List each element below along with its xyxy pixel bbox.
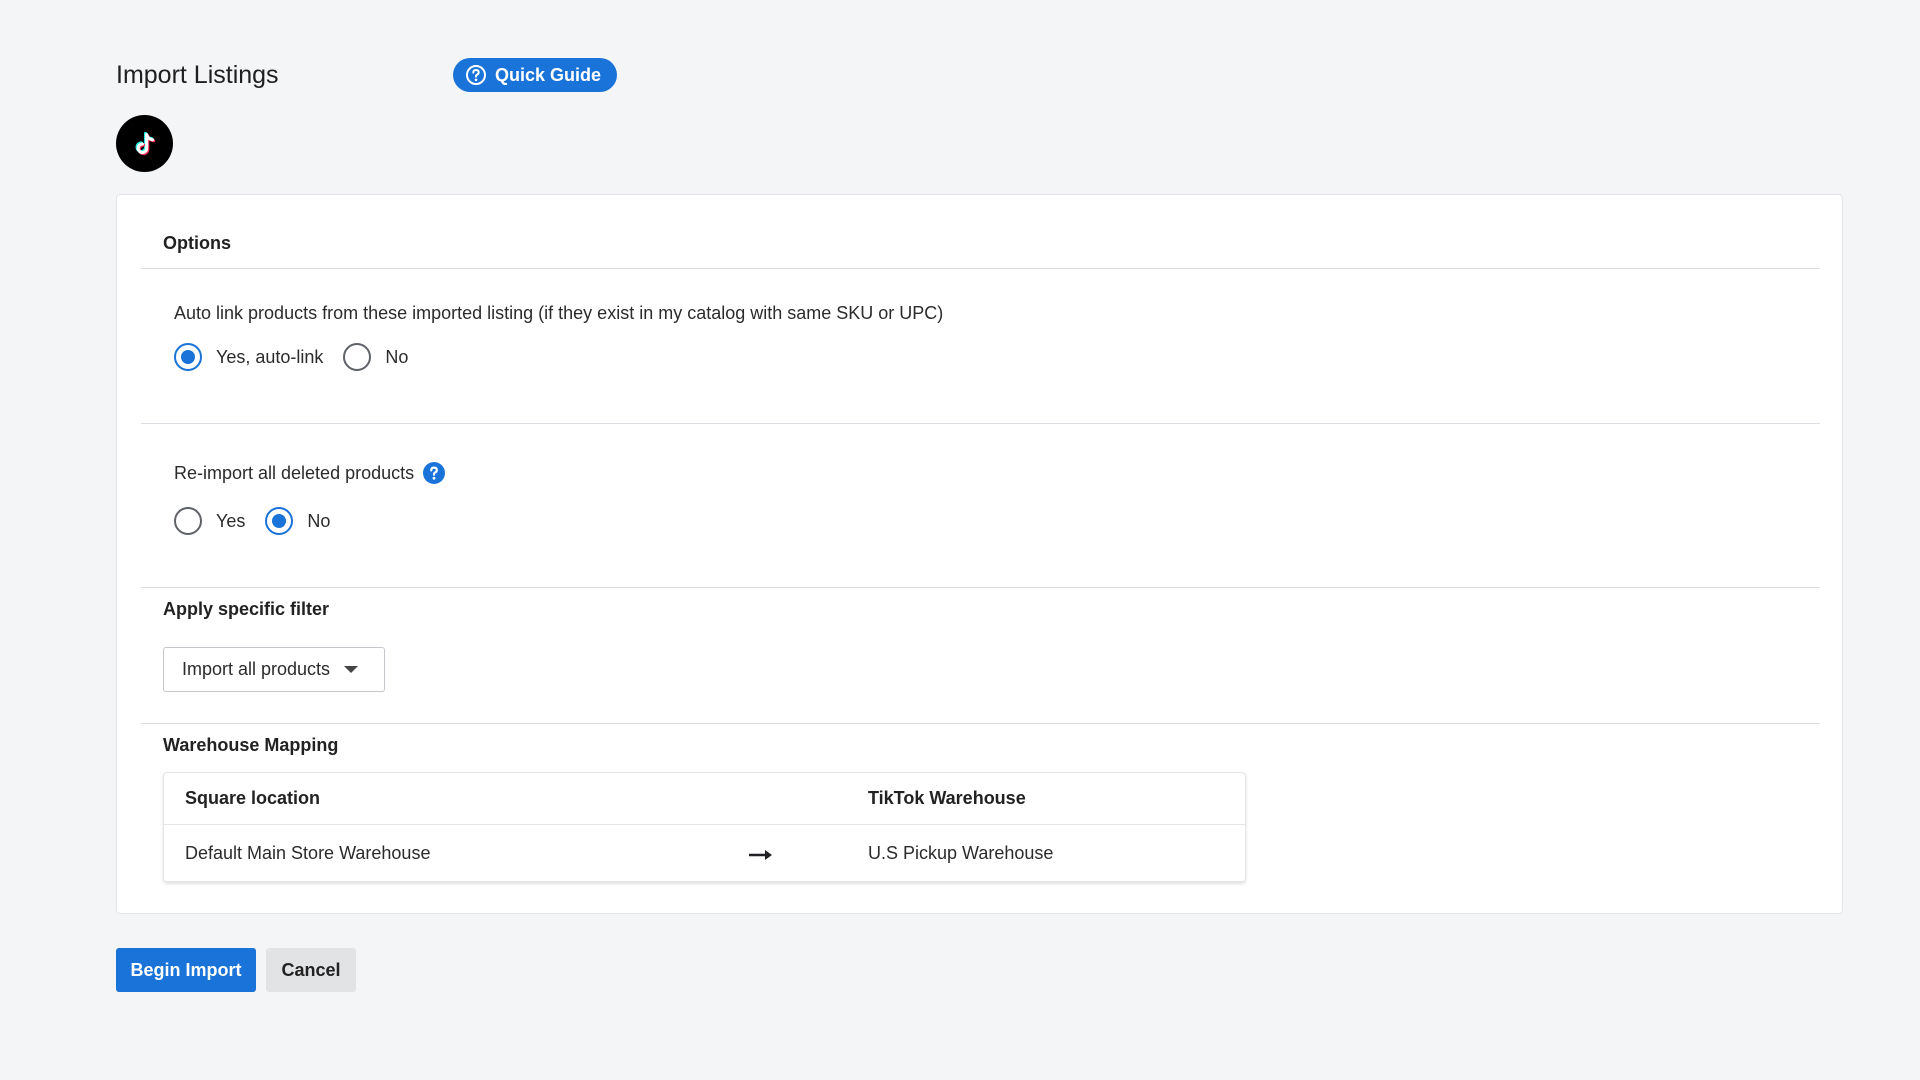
page-header: Import Listings (116, 58, 279, 92)
radio-label: Yes, auto-link (216, 346, 324, 367)
table-row: Default Main Store Warehouse U.S Pickup … (164, 825, 1245, 881)
radio-label: No (307, 510, 331, 531)
reimport-question-text: Re-import all deleted products (174, 462, 415, 483)
filter-select-value: Import all products (182, 659, 331, 679)
mapping-arrow (748, 825, 774, 881)
auto-link-question-text: Auto link products from these imported l… (174, 303, 944, 323)
options-title: Options (163, 233, 231, 253)
quick-guide-label: Quick Guide (495, 64, 602, 85)
table-header: Square location TikTok Warehouse (164, 773, 1245, 825)
reimport-radio-group: Yes No (174, 507, 350, 535)
radio-button-checked[interactable] (265, 507, 294, 535)
auto-link-question: Auto link products from these imported l… (174, 303, 943, 324)
filter-select[interactable]: Import all products (163, 647, 385, 692)
divider (141, 268, 1820, 269)
divider (141, 723, 1820, 724)
reimport-yes-option[interactable]: Yes (174, 507, 245, 535)
divider (141, 587, 1820, 588)
auto-link-no-option[interactable]: No (343, 343, 408, 371)
filter-title: Apply specific filter (163, 599, 330, 619)
warehouse-mapping-table: Square location TikTok Warehouse Default… (163, 772, 1246, 882)
radio-button-checked[interactable] (174, 343, 202, 371)
auto-link-radio-group: Yes, auto-link No (174, 343, 428, 371)
begin-import-button[interactable]: Begin Import (116, 948, 256, 992)
page-title: Import Listings (116, 60, 279, 89)
radio-button-unchecked[interactable] (343, 343, 372, 371)
import-listings-page: Import Listings Quick Guide Options Auto… (0, 0, 1920, 1080)
tiktok-logo-icon (116, 115, 173, 172)
help-icon[interactable] (422, 461, 446, 485)
cancel-button[interactable]: Cancel (266, 948, 356, 992)
radio-button-unchecked[interactable] (174, 507, 202, 535)
question-circle-icon (465, 64, 487, 86)
arrow-right-icon (748, 846, 774, 860)
column-header-tiktok-warehouse: TikTok Warehouse (868, 788, 1026, 808)
radio-label: No (385, 346, 409, 367)
quick-guide-button[interactable]: Quick Guide (453, 58, 618, 92)
divider (141, 423, 1820, 424)
reimport-no-option[interactable]: No (265, 507, 330, 535)
import-options-card: Options Auto link products from these im… (116, 194, 1843, 914)
caret-down-icon (344, 666, 359, 673)
auto-link-yes-option[interactable]: Yes, auto-link (174, 343, 323, 371)
reimport-question: Re-import all deleted products (174, 461, 446, 485)
radio-label: Yes (216, 510, 246, 531)
source-location: Default Main Store Warehouse (185, 842, 431, 863)
warehouse-title: Warehouse Mapping (163, 735, 339, 755)
column-header-square-location: Square location (185, 788, 321, 808)
target-warehouse: U.S Pickup Warehouse (868, 842, 1054, 863)
